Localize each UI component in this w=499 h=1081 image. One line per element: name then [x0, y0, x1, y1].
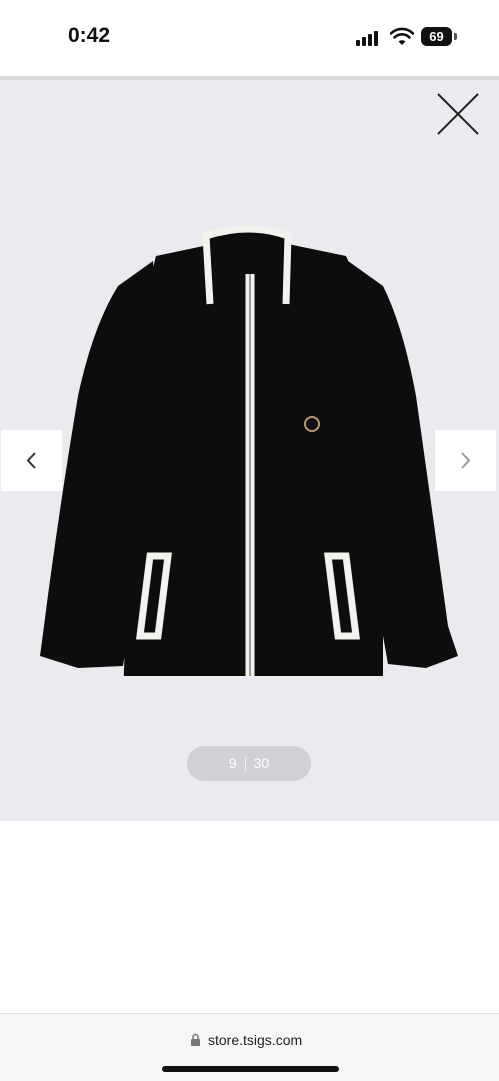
battery-icon: 69	[421, 27, 452, 46]
signal-icon	[356, 30, 382, 46]
prev-image-button[interactable]	[1, 430, 62, 491]
counter-current: 9	[228, 755, 237, 771]
chevron-left-icon	[26, 452, 36, 469]
home-indicator	[162, 1066, 339, 1072]
status-time: 0:42	[68, 24, 111, 47]
counter-total: 30	[253, 755, 270, 771]
chevron-right-icon	[461, 452, 471, 469]
url-text[interactable]: store.tsigs.com	[208, 1032, 302, 1048]
battery-tip	[454, 33, 457, 40]
image-counter: 9 30	[187, 746, 311, 781]
status-bar: 0:42 69	[0, 0, 499, 76]
gallery-top-strip	[0, 76, 499, 80]
product-image	[40, 225, 458, 676]
image-gallery[interactable]: 9 30	[0, 76, 499, 821]
wifi-icon	[390, 27, 414, 45]
next-image-button[interactable]	[435, 430, 496, 491]
close-icon[interactable]	[432, 88, 484, 140]
counter-separator	[244, 757, 246, 771]
lock-icon	[191, 1033, 200, 1046]
